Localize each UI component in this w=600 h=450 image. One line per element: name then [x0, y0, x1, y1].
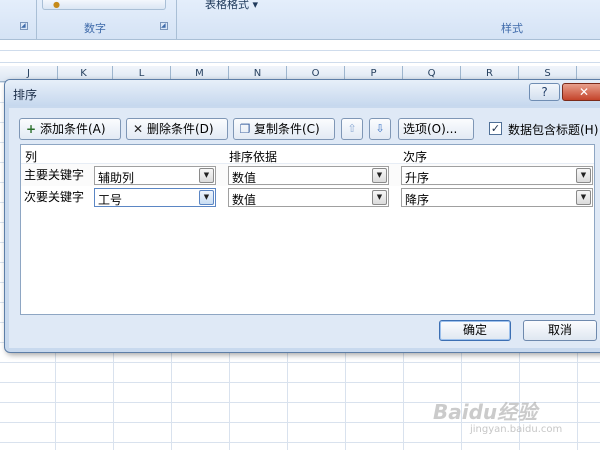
combo-value: 工号	[98, 193, 123, 207]
move-up-button[interactable]: ⇧	[341, 118, 363, 140]
dropdown-arrow-icon[interactable]: ▼	[576, 190, 591, 205]
dialog-titlebar[interactable]: 排序 ? ✕	[5, 80, 600, 106]
ribbon: ● 表格格式 ▾ ◢ 数字 ◢ 样式	[0, 0, 600, 40]
order-combo[interactable]: 降序 ▼	[401, 188, 593, 207]
add-condition-icon: +	[25, 122, 37, 136]
sort-on-combo[interactable]: 数值 ▼	[228, 166, 389, 185]
dialog-launcher-icon[interactable]: ◢	[20, 22, 28, 30]
sort-dialog: 排序 ? ✕ + 添加条件(A) ✕ 删除条件(D) ❐ 复制条件(C) ⇧ ⇩…	[4, 79, 600, 353]
watermark-url: jingyan.baidu.com	[470, 424, 563, 435]
dialog-body: + 添加条件(A) ✕ 删除条件(D) ❐ 复制条件(C) ⇧ ⇩ 选项(O).…	[9, 108, 600, 348]
copy-condition-label: 复制条件(C)	[254, 122, 320, 136]
watermark-logo: Baidu经验	[433, 400, 538, 424]
options-button[interactable]: 选项(O)...	[398, 118, 474, 140]
currency-icon: ●	[53, 0, 60, 9]
sort-column-combo[interactable]: 工号 ▼	[94, 188, 216, 207]
number-dialog-launcher-icon[interactable]: ◢	[160, 22, 168, 30]
order-combo[interactable]: 升序 ▼	[401, 166, 593, 185]
formula-bar	[0, 41, 600, 63]
delete-condition-button[interactable]: ✕ 删除条件(D)	[126, 118, 228, 140]
dropdown-arrow-icon[interactable]: ▼	[576, 168, 591, 183]
arrow-up-icon: ⇧	[347, 122, 357, 135]
copy-icon: ❐	[239, 122, 251, 136]
combo-value: 降序	[405, 193, 430, 207]
help-button[interactable]: ?	[529, 83, 560, 101]
combo-value: 数值	[232, 171, 257, 185]
options-label: 选项(O)...	[403, 122, 458, 136]
dropdown-arrow-icon[interactable]: ▼	[199, 190, 214, 205]
move-down-button[interactable]: ⇩	[369, 118, 391, 140]
add-condition-button[interactable]: + 添加条件(A)	[19, 118, 121, 140]
ribbon-separator	[36, 0, 37, 40]
row-label: 主要关键字	[24, 168, 85, 182]
sort-column-combo[interactable]: 辅助列 ▼	[94, 166, 216, 185]
combo-value: 辅助列	[98, 171, 135, 185]
dropdown-arrow-icon[interactable]: ▼	[199, 168, 214, 183]
number-format-dropdown[interactable]: ●	[42, 0, 166, 10]
close-button[interactable]: ✕	[562, 83, 600, 101]
dropdown-arrow-icon[interactable]: ▼	[372, 168, 387, 183]
row-label: 次要关键字	[24, 190, 85, 204]
delete-icon: ✕	[132, 122, 144, 136]
table-format-button[interactable]: 表格格式 ▾	[205, 0, 258, 12]
number-group-label: 数字	[84, 22, 106, 35]
combo-value: 数值	[232, 193, 257, 207]
sort-on-combo[interactable]: 数值 ▼	[228, 188, 389, 207]
ok-button[interactable]: 确定	[439, 320, 511, 341]
header-checkbox[interactable]: ✓	[489, 122, 502, 135]
arrow-down-icon: ⇩	[375, 122, 385, 135]
sort-conditions-list: 列 排序依据 次序 主要关键字 辅助列 ▼ 数值 ▼ 升序 ▼ 次要关键字 工号	[20, 144, 595, 315]
checkmark-icon: ✓	[490, 122, 501, 135]
header-checkbox-label[interactable]: 数据包含标题(H)	[508, 121, 598, 138]
cancel-button[interactable]: 取消	[523, 320, 597, 341]
copy-condition-button[interactable]: ❐ 复制条件(C)	[233, 118, 335, 140]
dropdown-arrow-icon[interactable]: ▼	[372, 190, 387, 205]
ribbon-separator	[176, 0, 177, 40]
combo-value: 升序	[405, 171, 430, 185]
dialog-title: 排序	[13, 88, 38, 102]
add-condition-label: 添加条件(A)	[40, 122, 106, 136]
style-group-label: 样式	[501, 22, 523, 35]
delete-condition-label: 删除条件(D)	[147, 122, 214, 136]
